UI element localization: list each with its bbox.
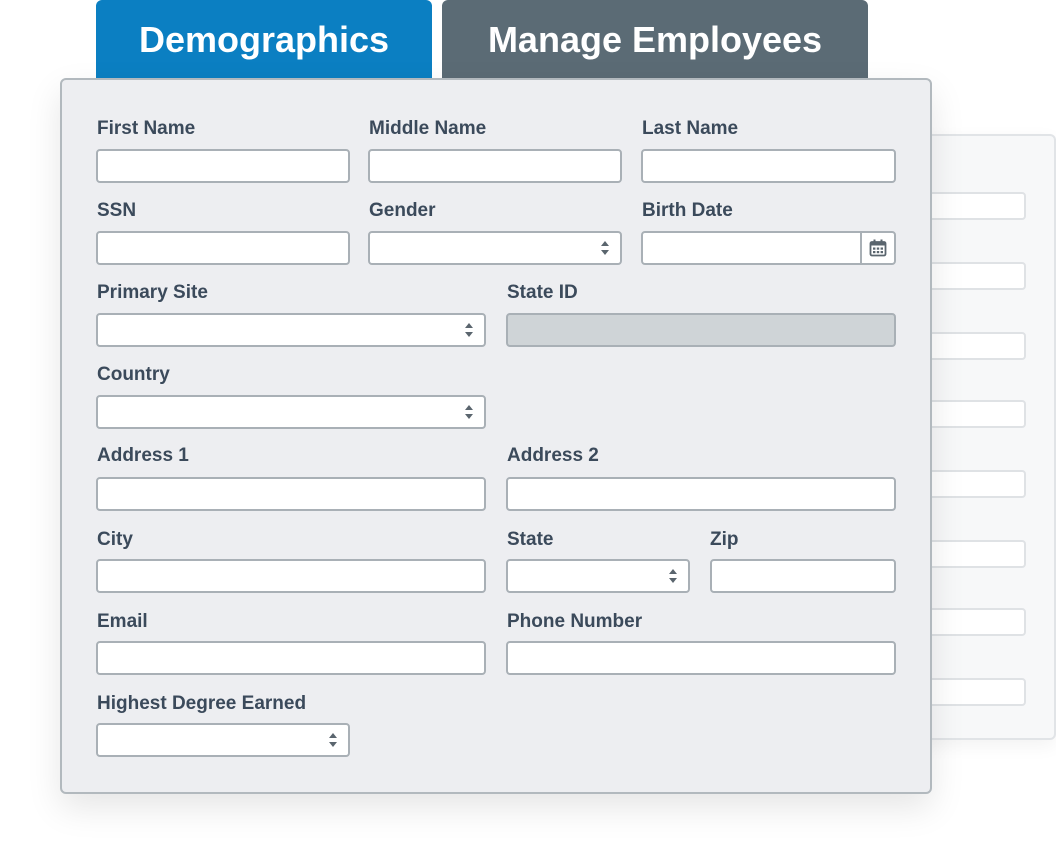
birth-date-input[interactable] [641, 231, 896, 265]
select-arrows-icon [669, 569, 677, 583]
background-input [922, 470, 1026, 498]
state-select[interactable] [506, 559, 690, 593]
select-arrows-icon [465, 323, 473, 337]
gender-select[interactable] [368, 231, 622, 265]
background-input [922, 262, 1026, 290]
demographics-form-panel: First Name Middle Name Last Name SSN Gen… [60, 78, 932, 794]
tab-demographics[interactable]: Demographics [96, 0, 432, 84]
tab-manage-employees[interactable]: Manage Employees [442, 0, 868, 84]
state-id-input [506, 313, 896, 347]
birth-date-label: Birth Date [642, 200, 733, 221]
country-label: Country [97, 364, 170, 385]
background-input [922, 608, 1026, 636]
address1-input[interactable] [96, 477, 486, 511]
address2-label: Address 2 [507, 445, 599, 466]
phone-input[interactable] [506, 641, 896, 675]
gender-label: Gender [369, 200, 436, 221]
address1-label: Address 1 [97, 445, 189, 466]
email-input[interactable] [96, 641, 486, 675]
zip-label: Zip [710, 529, 739, 550]
phone-label: Phone Number [507, 611, 643, 632]
calendar-icon [869, 239, 887, 257]
select-arrows-icon [465, 405, 473, 419]
state-id-label: State ID [507, 282, 578, 303]
select-arrows-icon [329, 733, 337, 747]
primary-site-select[interactable] [96, 313, 486, 347]
calendar-button[interactable] [860, 233, 894, 263]
ssn-input[interactable] [96, 231, 350, 265]
ssn-label: SSN [97, 200, 137, 221]
country-select[interactable] [96, 395, 486, 429]
middle-name-input[interactable] [368, 149, 622, 183]
zip-input[interactable] [710, 559, 896, 593]
background-input [922, 192, 1026, 220]
background-input [922, 400, 1026, 428]
last-name-label: Last Name [642, 118, 739, 139]
background-input [922, 540, 1026, 568]
last-name-input[interactable] [641, 149, 896, 183]
middle-name-label: Middle Name [369, 118, 487, 139]
address2-input[interactable] [506, 477, 896, 511]
city-input[interactable] [96, 559, 486, 593]
state-label: State [507, 529, 554, 550]
first-name-input[interactable] [96, 149, 350, 183]
background-input [922, 332, 1026, 360]
email-label: Email [97, 611, 148, 632]
background-input [922, 678, 1026, 706]
degree-select[interactable] [96, 723, 350, 757]
first-name-label: First Name [97, 118, 196, 139]
degree-label: Highest Degree Earned [97, 693, 307, 714]
city-label: City [97, 529, 133, 550]
select-arrows-icon [601, 241, 609, 255]
primary-site-label: Primary Site [97, 282, 208, 303]
